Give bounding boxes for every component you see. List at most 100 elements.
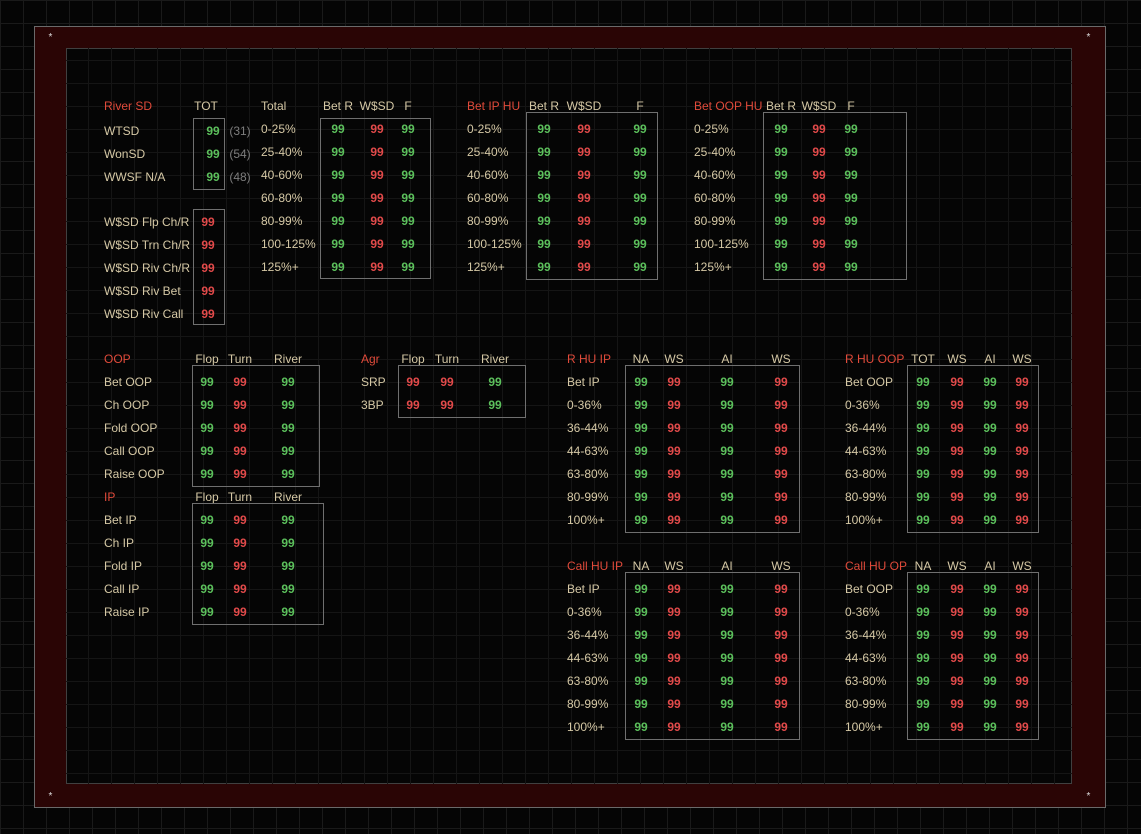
agr-col-header: Turn: [434, 352, 460, 366]
oop-row-label: Raise OOP: [104, 467, 165, 481]
river-sd-row-label: WTSD: [104, 124, 140, 138]
corner-star-icon: *: [48, 791, 53, 802]
oop-box: [192, 365, 320, 487]
river-sd-count: (31): [229, 124, 251, 138]
agr-box: [398, 365, 526, 418]
call_hu_op-row-label: 36-44%: [845, 628, 887, 642]
bet_ip_hu-row-label: 80-99%: [467, 214, 509, 228]
bet_oop_hu-row-label: 100-125%: [694, 237, 749, 251]
corner-star-icon: *: [48, 32, 53, 43]
call_hu_op-row-label: Bet OOP: [845, 582, 894, 596]
bet_oop_hu-row-label: 25-40%: [694, 145, 736, 159]
oop-row-label: Ch OOP: [104, 398, 150, 412]
r_hu_ip-row-label: 80-99%: [567, 490, 609, 504]
total-box: [320, 118, 431, 279]
call_hu_op-col-header: WS: [1012, 559, 1032, 573]
wsd-box: [193, 209, 225, 325]
bet_oop_hu-box: [763, 112, 907, 280]
r_hu_ip-row-label: 44-63%: [567, 444, 609, 458]
oop-title: OOP: [104, 352, 131, 366]
call_hu_ip-row-label: Bet IP: [567, 582, 600, 596]
r_hu_oop-row-label: 100%+: [845, 513, 883, 527]
r_hu_oop-row-label: 80-99%: [845, 490, 887, 504]
r_hu_ip-row-label: 63-80%: [567, 467, 609, 481]
oop-col-header: Turn: [227, 352, 253, 366]
r_hu_ip-col-header: WS: [771, 352, 791, 366]
call_hu_op-row-label: 80-99%: [845, 697, 887, 711]
call_hu_ip-row-label: 100%+: [567, 720, 605, 734]
river-sd-count: (48): [229, 170, 251, 184]
r_hu_oop-box: [907, 365, 1039, 533]
bet_ip_hu-title: Bet IP HU: [467, 99, 521, 113]
call_hu_ip-row-label: 44-63%: [567, 651, 609, 665]
call_hu_op-title: Call HU OP: [845, 559, 908, 573]
bet_ip_hu-box: [526, 112, 658, 280]
corner-star-icon: *: [1086, 791, 1091, 802]
wsd-row-label: W$SD Flp Ch/R: [104, 215, 190, 229]
r_hu_ip-row-label: 36-44%: [567, 421, 609, 435]
call_hu_op-box: [907, 572, 1039, 740]
bet_oop_hu-row-label: 40-60%: [694, 168, 736, 182]
ip-row-label: Fold IP: [104, 559, 143, 573]
call_hu_op-row-label: 44-63%: [845, 651, 887, 665]
river-sd-row-label: WWSF N/A: [104, 170, 166, 184]
r_hu_ip-box: [625, 365, 800, 533]
r_hu_oop-row-label: 63-80%: [845, 467, 887, 481]
call_hu_ip-col-header: WS: [664, 559, 684, 573]
r_hu_ip-row-label: Bet IP: [567, 375, 600, 389]
r_hu_oop-row-label: Bet OOP: [845, 375, 894, 389]
bet_ip_hu-row-label: 40-60%: [467, 168, 509, 182]
bet_oop_hu-col-header: Bet R: [765, 99, 796, 113]
river-sd-count: (54): [229, 147, 251, 161]
river-sd-row-label: WonSD: [104, 147, 146, 161]
bet_oop_hu-row-label: 60-80%: [694, 191, 736, 205]
call_hu_op-row-label: 100%+: [845, 720, 883, 734]
agr-row-label: SRP: [361, 375, 386, 389]
ip-title: IP: [104, 490, 116, 504]
ip-row-label: Raise IP: [104, 605, 150, 619]
total-row-label: 125%+: [261, 260, 299, 274]
total-row-label: 80-99%: [261, 214, 303, 228]
wsd-row-label: W$SD Trn Ch/R: [104, 238, 191, 252]
total-row-label: 100-125%: [261, 237, 316, 251]
call_hu_ip-row-label: 80-99%: [567, 697, 609, 711]
bet_oop_hu-row-label: 125%+: [694, 260, 732, 274]
r_hu_oop-row-label: 36-44%: [845, 421, 887, 435]
oop-row-label: Bet OOP: [104, 375, 153, 389]
bet_oop_hu-title: Bet OOP HU: [694, 99, 763, 113]
r_hu_oop-row-label: 44-63%: [845, 444, 887, 458]
agr-col-header: River: [480, 352, 509, 366]
r_hu_ip-row-label: 0-36%: [567, 398, 602, 412]
corner-star-icon: *: [1086, 32, 1091, 43]
bet_ip_hu-col-header: W$SD: [566, 99, 602, 113]
total-row-label: 25-40%: [261, 145, 303, 159]
bet_oop_hu-row-label: 80-99%: [694, 214, 736, 228]
call_hu_ip-col-header: AI: [721, 559, 733, 573]
tot-header: TOT: [194, 99, 218, 113]
bet_oop_hu-row-label: 0-25%: [694, 122, 729, 136]
bet_ip_hu-col-header: Bet R: [528, 99, 559, 113]
total-row-label: 0-25%: [261, 122, 296, 136]
agr-title: Agr: [361, 352, 380, 366]
river-sd-title: River SD: [104, 99, 153, 113]
r_hu_ip-row-label: 100%+: [567, 513, 605, 527]
ip-box: [192, 503, 324, 625]
bet_ip_hu-row-label: 125%+: [467, 260, 505, 274]
oop-col-header: River: [273, 352, 302, 366]
r_hu_oop-col-header: WS: [1012, 352, 1032, 366]
call_hu_ip-row-label: 63-80%: [567, 674, 609, 688]
call_hu_op-row-label: 0-36%: [845, 605, 880, 619]
bet_ip_hu-row-label: 25-40%: [467, 145, 509, 159]
bet_ip_hu-row-label: 100-125%: [467, 237, 522, 251]
bet_ip_hu-row-label: 0-25%: [467, 122, 502, 136]
oop-row-label: Fold OOP: [104, 421, 158, 435]
r_hu_ip-col-header: AI: [721, 352, 733, 366]
total-row-label: 60-80%: [261, 191, 303, 205]
ip-row-label: Call IP: [104, 582, 140, 596]
ip-col-header: Turn: [227, 490, 253, 504]
call_hu_op-row-label: 63-80%: [845, 674, 887, 688]
call_hu_ip-col-header: WS: [771, 559, 791, 573]
bet_oop_hu-col-header: F: [847, 99, 855, 113]
wsd-row-label: W$SD Riv Ch/R: [104, 261, 191, 275]
river-sd-tot-box: [193, 118, 225, 190]
